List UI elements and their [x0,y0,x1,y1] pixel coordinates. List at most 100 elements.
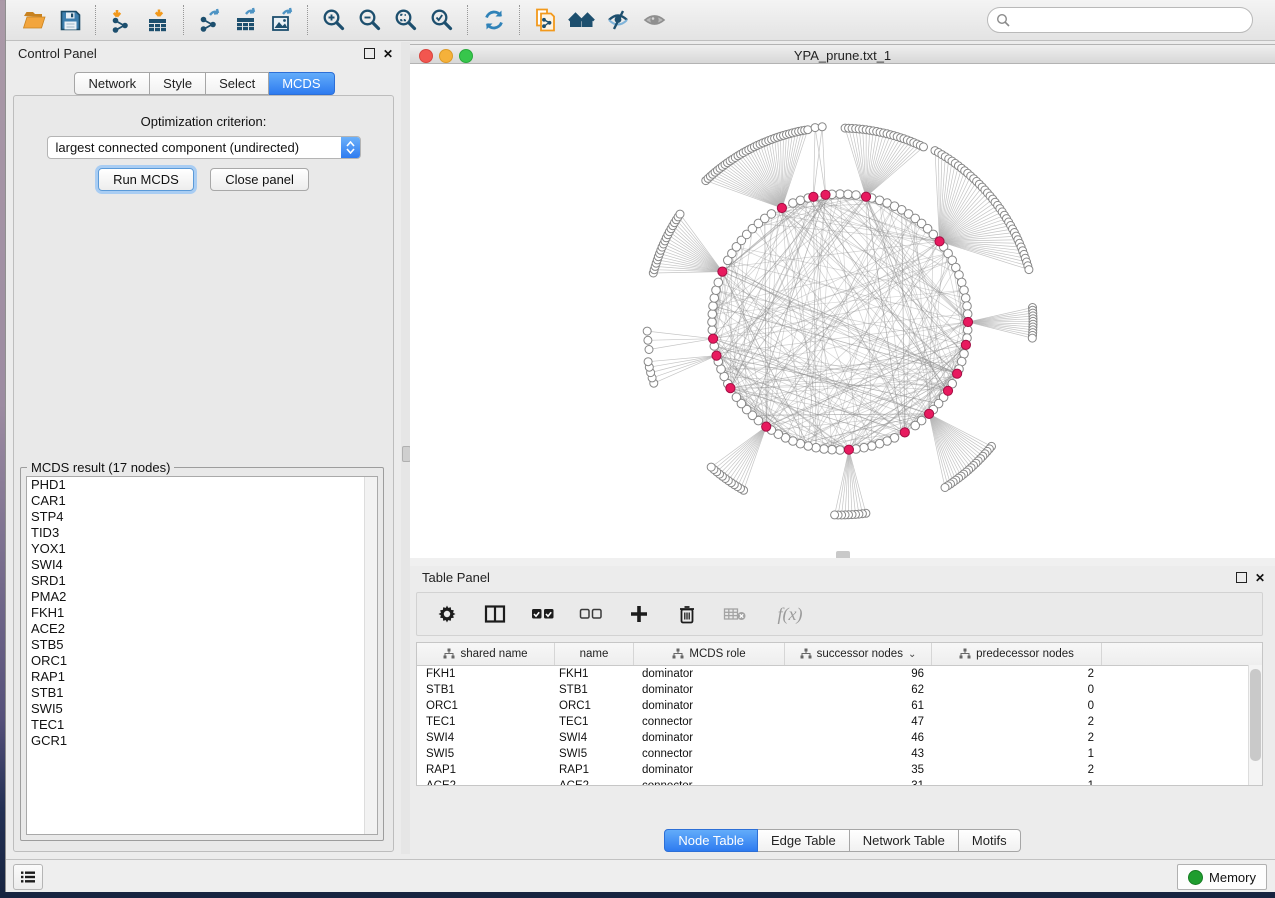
network-node[interactable] [941,484,949,492]
memory-button[interactable]: Memory [1177,864,1267,890]
mcds-result-item[interactable]: ACE2 [27,621,377,637]
mcds-result-item[interactable]: CAR1 [27,493,377,509]
network-graph[interactable] [410,64,1275,558]
mcds-result-item[interactable]: STP4 [27,509,377,525]
zoom-in-icon[interactable] [316,2,352,38]
network-node[interactable] [868,442,877,451]
dominator-node[interactable] [709,334,718,343]
network-node[interactable] [1028,334,1036,342]
mcds-result-item[interactable]: STB5 [27,637,377,653]
tab-node-table[interactable]: Node Table [664,829,758,852]
table-row[interactable]: FKH1FKH1dominator962 [417,666,1262,682]
dominator-node[interactable] [726,384,735,393]
network-node[interactable] [961,294,970,303]
dominator-node[interactable] [844,445,853,454]
tab-select[interactable]: Select [206,72,269,95]
tab-network-table[interactable]: Network Table [850,829,959,852]
dominator-node[interactable] [900,428,909,437]
network-node[interactable] [836,190,845,199]
network-node[interactable] [708,310,717,319]
network-node[interactable] [844,190,853,199]
mcds-result-item[interactable]: ORC1 [27,653,377,669]
tab-style[interactable]: Style [150,72,206,95]
mcds-result-item[interactable]: PMA2 [27,589,377,605]
network-node[interactable] [1025,266,1033,274]
mcds-result-item[interactable]: SRD1 [27,573,377,589]
open-file-icon[interactable] [16,2,52,38]
new-network-from-selection-icon[interactable] [528,2,564,38]
network-node[interactable] [957,278,966,287]
table-row[interactable]: ACE2ACE2connector311 [417,778,1262,786]
search-input[interactable] [1016,12,1252,29]
table-row[interactable]: TEC1TEC1connector472 [417,714,1262,730]
table-row[interactable]: ORC1ORC1dominator610 [417,698,1262,714]
column-header-predecessor-nodes[interactable]: predecessor nodes [932,643,1102,665]
dominator-node[interactable] [861,192,870,201]
dominator-node[interactable] [718,267,727,276]
network-node[interactable] [818,123,826,131]
settings-gear-icon[interactable] [435,602,459,626]
mcds-result-item[interactable]: PHD1 [27,477,377,493]
table-scrollbar-thumb[interactable] [1250,669,1261,761]
show-column-icon[interactable] [483,602,507,626]
network-node[interactable] [645,346,653,354]
add-row-icon[interactable] [627,602,651,626]
network-node[interactable] [644,358,652,366]
dominator-node[interactable] [809,192,818,201]
delete-row-icon[interactable] [675,602,699,626]
column-header-shared-name[interactable]: shared name [417,643,555,665]
network-node[interactable] [707,463,715,471]
network-node[interactable] [860,443,869,452]
run-mcds-button[interactable]: Run MCDS [98,168,194,191]
network-window-titlebar[interactable]: YPA_prune.txt_1 [410,44,1275,64]
float-panel-icon[interactable] [364,48,375,59]
dominator-node[interactable] [943,386,952,395]
close-panel-icon[interactable]: ✕ [383,49,393,59]
mcds-result-item[interactable]: RAP1 [27,669,377,685]
dominator-node[interactable] [712,351,721,360]
mcds-result-item[interactable]: TEC1 [27,717,377,733]
tab-motifs[interactable]: Motifs [959,829,1021,852]
dominator-node[interactable] [961,340,970,349]
import-network-icon[interactable] [104,2,140,38]
network-node[interactable] [644,336,652,344]
close-panel-button[interactable]: Close panel [210,168,309,191]
network-node[interactable] [875,439,884,448]
network-node[interactable] [836,446,845,455]
zoom-out-icon[interactable] [352,2,388,38]
zoom-selected-icon[interactable] [424,2,460,38]
network-node[interactable] [712,286,721,295]
table-scrollbar[interactable] [1248,665,1262,785]
network-node[interactable] [708,318,717,327]
export-network-icon[interactable] [192,2,228,38]
network-node[interactable] [831,511,839,519]
mcds-result-item[interactable]: YOX1 [27,541,377,557]
export-image-icon[interactable] [264,2,300,38]
table-row[interactable]: SWI4SWI4dominator462 [417,730,1262,746]
search-box[interactable] [987,7,1253,33]
network-node[interactable] [828,445,837,454]
mcds-result-item[interactable]: TID3 [27,525,377,541]
deselect-all-icon[interactable] [579,602,603,626]
network-node[interactable] [960,350,969,359]
mcds-list-scrollbar[interactable] [364,477,377,834]
mcds-result-item[interactable]: GCR1 [27,733,377,749]
network-canvas[interactable] [410,64,1275,559]
mcds-result-item[interactable]: FKH1 [27,605,377,621]
window-list-button[interactable] [13,864,43,890]
first-neighbors-icon[interactable] [564,2,600,38]
tab-network[interactable]: Network [74,72,150,95]
mcds-result-item[interactable]: SWI5 [27,701,377,717]
network-node[interactable] [676,210,684,218]
network-node[interactable] [732,393,741,402]
export-table-icon[interactable] [228,2,264,38]
select-all-icon[interactable] [531,602,555,626]
network-node[interactable] [911,421,920,430]
network-node[interactable] [804,442,813,451]
show-all-icon[interactable] [636,2,672,38]
float-table-panel-icon[interactable] [1236,572,1247,583]
optimization-criterion-dropdown[interactable]: largest connected component (undirected) [47,136,361,159]
canvas-scroll-grip[interactable] [836,551,850,558]
zoom-fit-icon[interactable] [388,2,424,38]
network-node[interactable] [852,191,861,200]
